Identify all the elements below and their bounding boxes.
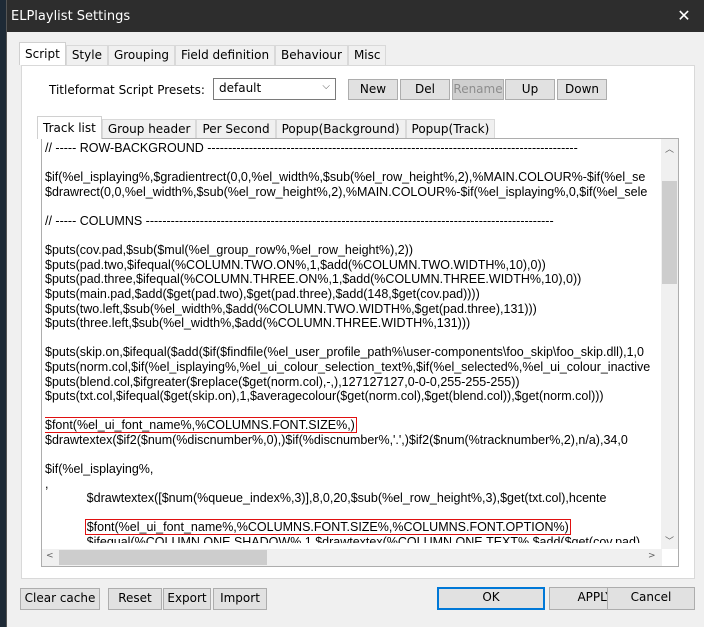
code-line: $puts(txt.col,$ifequal($get(skip.on),1,$… bbox=[45, 389, 658, 404]
code-line: $puts(three.left,$sub(%el_width%,$add(%C… bbox=[45, 316, 658, 331]
code-line: $drawrect(0,0,%el_width%,$sub(%el_row_he… bbox=[45, 185, 658, 200]
window-title: ELPlaylist Settings bbox=[11, 8, 131, 24]
code-line: , bbox=[45, 477, 658, 492]
highlighted-font-call: $font(%el_ui_font_name%,%COLUMNS.FONT.SI… bbox=[45, 417, 357, 434]
code-text: , bbox=[45, 476, 49, 491]
tab-field-definition[interactable]: Field definition bbox=[175, 45, 276, 65]
tab-misc[interactable]: Misc bbox=[347, 45, 387, 65]
code-text: $puts(main.pad,$add($get(pad.two),$get(p… bbox=[45, 286, 480, 301]
close-icon[interactable]: ✕ bbox=[672, 4, 696, 28]
tab-per-second[interactable]: Per Second bbox=[196, 119, 276, 139]
code-text: $puts(cov.pad,$sub($mul(%el_group_row%,%… bbox=[45, 243, 414, 258]
cancel-button[interactable]: Cancel bbox=[607, 587, 695, 610]
scroll-left-icon[interactable]: < bbox=[46, 551, 54, 561]
presets-dropdown[interactable]: default ⌵ bbox=[213, 78, 336, 100]
tab-style[interactable]: Style bbox=[65, 45, 108, 65]
presets-label: Titleformat Script Presets: bbox=[49, 83, 205, 97]
tab-grouping[interactable]: Grouping bbox=[107, 45, 176, 65]
script-code[interactable]: // ----- ROW-BACKGROUND ----------------… bbox=[45, 141, 658, 543]
code-text: $puts(pad.three,$ifequal(%COLUMN.THREE.O… bbox=[45, 272, 582, 287]
code-line: $puts(two.left,$sub(%el_width%,$add(%COL… bbox=[45, 302, 658, 317]
code-text: $puts(norm.col,$if(%el_isplaying%,%el_ui… bbox=[45, 359, 651, 374]
scroll-right-icon[interactable]: > bbox=[648, 551, 656, 561]
down-button[interactable]: Down bbox=[557, 79, 607, 100]
code-text: $if(%el_isplaying%,$gradientrect(0,0,%el… bbox=[45, 170, 646, 185]
code-text: $drawrect(0,0,%el_width%,$sub(%el_row_he… bbox=[45, 184, 648, 199]
del-button[interactable]: Del bbox=[400, 79, 450, 100]
code-line: $drawtextex($if2($num(%discnumber%,0),)$… bbox=[45, 433, 658, 448]
code-line: $puts(pad.three,$ifequal(%COLUMN.THREE.O… bbox=[45, 272, 658, 287]
new-button[interactable]: New bbox=[348, 79, 398, 100]
code-text: // ----- ROW-BACKGROUND ----------------… bbox=[45, 141, 578, 155]
code-line: $ifequal(%COLUMN.ONE.SHADOW%,1,$drawtext… bbox=[45, 535, 658, 543]
code-line: $puts(pad.two,$ifequal(%COLUMN.TWO.ON%,1… bbox=[45, 258, 658, 273]
reset-button[interactable]: Reset bbox=[108, 588, 162, 610]
tab-behaviour[interactable]: Behaviour bbox=[275, 45, 348, 65]
horizontal-scrollbar[interactable]: < > bbox=[42, 549, 662, 566]
code-line: $font(%el_ui_font_name%,%COLUMNS.FONT.SI… bbox=[45, 417, 658, 434]
ok-button[interactable]: OK bbox=[437, 587, 545, 610]
code-text: $puts(pad.two,$ifequal(%COLUMN.TWO.ON%,1… bbox=[45, 257, 546, 272]
code-text: $puts(three.left,$sub(%el_width%,$add(%C… bbox=[45, 316, 471, 331]
tab-popup-track[interactable]: Popup(Track) bbox=[405, 119, 496, 139]
code-line: $puts(main.pad,$add($get(pad.two),$get(p… bbox=[45, 287, 658, 302]
code-line: // ----- ROW-BACKGROUND ----------------… bbox=[45, 141, 658, 156]
code-line: $puts(blend.col,$ifgreater($replace($get… bbox=[45, 375, 658, 390]
code-text: $puts(two.left,$sub(%el_width%,$add(%COL… bbox=[45, 301, 537, 316]
up-button[interactable]: Up bbox=[505, 79, 555, 100]
code-line: $drawtextex([$num(%queue_index%,3)],8,0,… bbox=[45, 491, 658, 506]
code-line: $font(%el_ui_font_name%,%COLUMNS.FONT.SI… bbox=[45, 519, 658, 536]
code-text: $drawtextex($if2($num(%discnumber%,0),)$… bbox=[45, 432, 628, 447]
code-text: $puts(skip.on,$ifequal($add($if($findfil… bbox=[45, 345, 644, 360]
code-line: $puts(norm.col,$if(%el_isplaying%,%el_ui… bbox=[45, 360, 658, 375]
code-text: $puts(blend.col,$ifgreater($replace($get… bbox=[45, 374, 520, 389]
tab-script[interactable]: Script bbox=[19, 42, 66, 65]
rename-button[interactable]: Rename bbox=[452, 79, 504, 100]
presets-value: default bbox=[219, 81, 262, 95]
scroll-down-icon[interactable]: ﹀ bbox=[665, 534, 674, 547]
export-button[interactable]: Export bbox=[163, 588, 211, 610]
code-text: $drawtextex([$num(%queue_index%,3)],8,0,… bbox=[45, 491, 607, 506]
vertical-scroll-thumb[interactable] bbox=[662, 181, 677, 284]
clear-cache-button[interactable]: Clear cache bbox=[20, 588, 100, 610]
script-sub-tabs: Track list Group header Per Second Popup… bbox=[37, 116, 496, 139]
settings-dialog: ELPlaylist Settings ✕ Script Style Group… bbox=[6, 0, 704, 627]
main-tabs: Script Style Grouping Field definition B… bbox=[19, 42, 387, 65]
code-text: $puts(txt.col,$ifequal($get(skip.on),1,$… bbox=[45, 389, 604, 404]
script-editor[interactable]: // ----- ROW-BACKGROUND ----------------… bbox=[41, 138, 679, 567]
code-line: $if(%el_isplaying%,$gradientrect(0,0,%el… bbox=[45, 170, 658, 185]
tab-track-list[interactable]: Track list bbox=[37, 116, 102, 139]
tab-group-header[interactable]: Group header bbox=[101, 119, 197, 139]
tab-popup-background[interactable]: Popup(Background) bbox=[275, 119, 406, 139]
chevron-down-icon: ⌵ bbox=[322, 81, 330, 92]
code-text: $ifequal(%COLUMN.ONE.SHADOW%,1,$drawtext… bbox=[45, 535, 644, 543]
import-button[interactable]: Import bbox=[213, 588, 267, 610]
code-text: // ----- COLUMNS -----------------------… bbox=[45, 213, 554, 228]
horizontal-scroll-thumb[interactable] bbox=[59, 550, 267, 565]
highlighted-font-call: $font(%el_ui_font_name%,%COLUMNS.FONT.SI… bbox=[84, 519, 571, 536]
code-line: $puts(skip.on,$ifequal($add($if($findfil… bbox=[45, 345, 658, 360]
title-bar: ELPlaylist Settings ✕ bbox=[7, 0, 704, 32]
code-line: $puts(cov.pad,$sub($mul(%el_group_row%,%… bbox=[45, 243, 658, 258]
code-line: // ----- COLUMNS -----------------------… bbox=[45, 214, 658, 229]
scroll-up-icon[interactable]: ︿ bbox=[665, 142, 674, 155]
vertical-scrollbar[interactable]: ︿ ﹀ bbox=[661, 139, 678, 549]
code-line: $if(%el_isplaying%, bbox=[45, 462, 658, 477]
code-text: $if(%el_isplaying%, bbox=[45, 462, 154, 477]
